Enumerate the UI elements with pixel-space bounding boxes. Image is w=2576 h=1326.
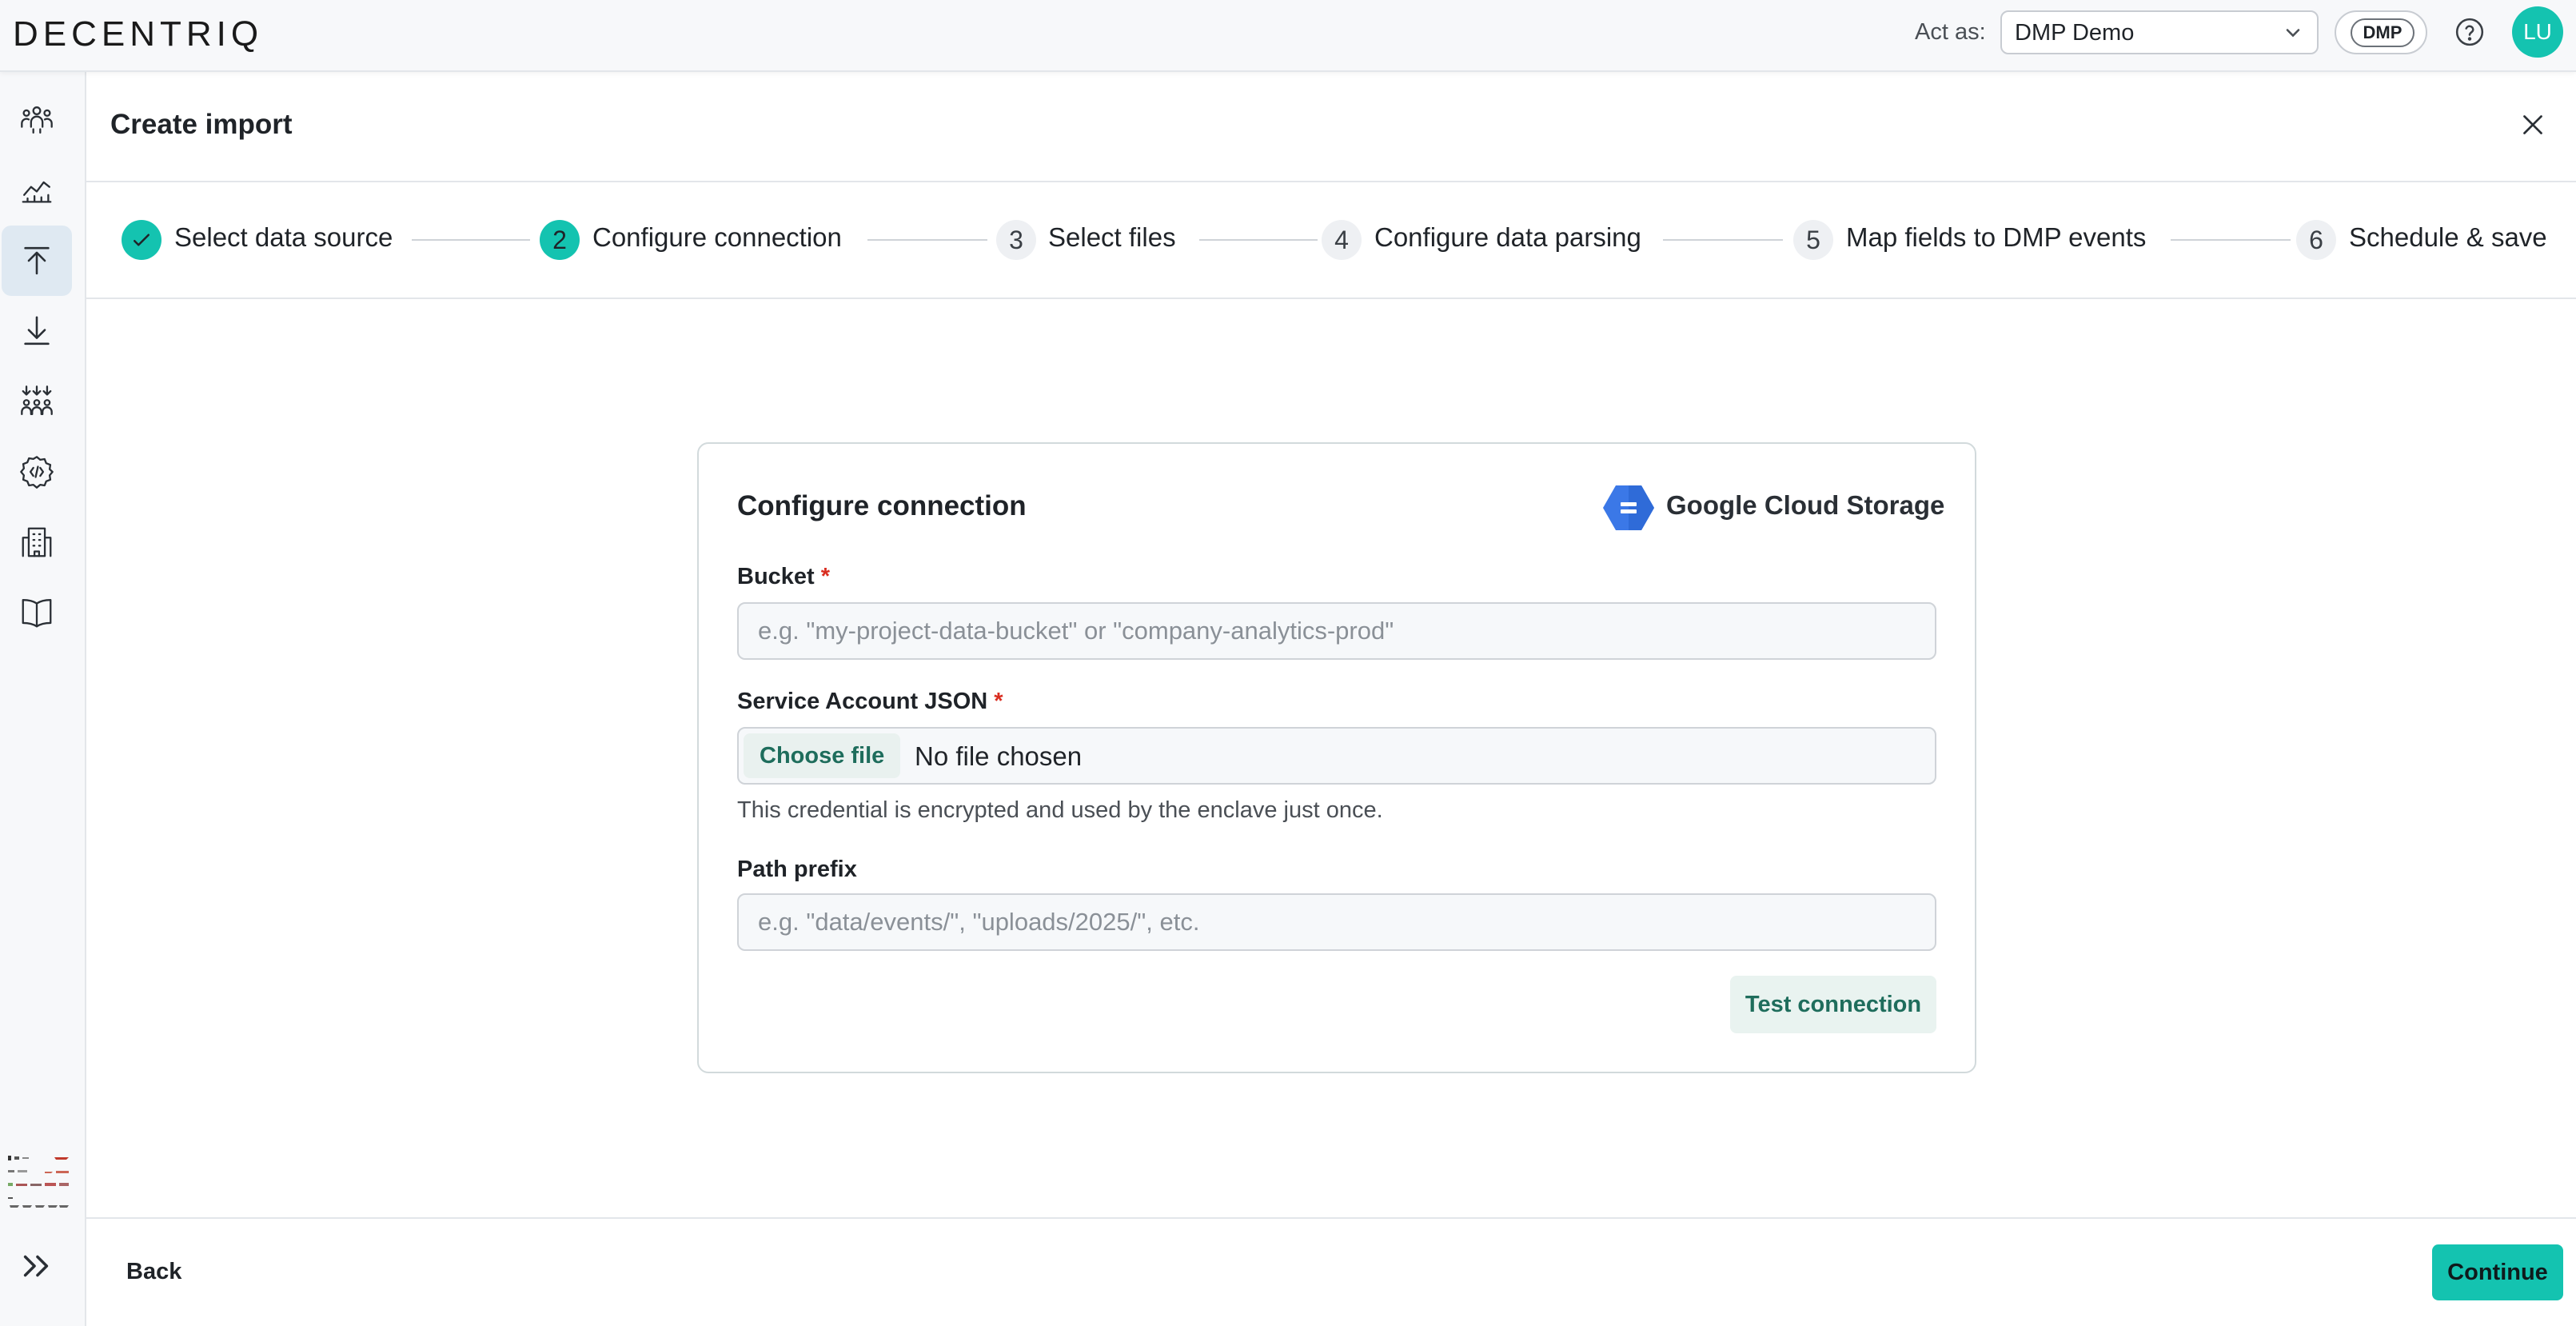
- step-connector: [1199, 239, 1318, 241]
- configure-connection-card: Configure connection Google Cloud Storag…: [697, 442, 1976, 1073]
- step-3-label: Select files: [1048, 222, 1176, 252]
- step-connector: [412, 239, 530, 241]
- sidebar-item-export[interactable]: [2, 296, 72, 366]
- step-5-label: Map fields to DMP events: [1846, 222, 2147, 252]
- bucket-input[interactable]: [737, 602, 1936, 660]
- card-title: Configure connection: [737, 490, 1027, 521]
- help-icon[interactable]: [2454, 17, 2485, 47]
- service-account-label: Service Account JSON *: [737, 689, 1003, 715]
- back-button[interactable]: Back: [126, 1259, 181, 1285]
- provider-name: Google Cloud Storage: [1666, 490, 1945, 520]
- page-title: Create import: [110, 109, 293, 140]
- top-bar: DECENTRIQ Act as: DMP Demo DMP LU: [0, 0, 2576, 72]
- sidebar-item-audience-merge[interactable]: [2, 366, 72, 437]
- import-icon: [24, 246, 50, 275]
- choose-file-button[interactable]: Choose file: [744, 733, 901, 778]
- sidebar-item-documentation[interactable]: [2, 577, 72, 648]
- path-prefix-label: Path prefix: [737, 857, 857, 882]
- chevron-down-icon: [2286, 29, 2300, 38]
- step-6-label: Schedule & save: [2349, 222, 2547, 252]
- insights-chart-icon: [22, 181, 52, 203]
- continue-button[interactable]: Continue: [2432, 1244, 2563, 1300]
- dmp-toggle[interactable]: DMP: [2335, 10, 2427, 54]
- step-6-number: 6: [2296, 220, 2336, 260]
- file-status: No file chosen: [915, 741, 1083, 771]
- step-1-check: [122, 220, 161, 260]
- act-as-label: Act as:: [1915, 19, 1986, 45]
- sidebar-item-organization[interactable]: [2, 507, 72, 577]
- service-account-file-input[interactable]: Choose file No file chosen: [737, 727, 1936, 785]
- step-4-label: Configure data parsing: [1374, 222, 1641, 252]
- step-2-number: 2: [540, 220, 580, 260]
- sidebar-item-insights[interactable]: [2, 155, 72, 226]
- dmp-badge: DMP: [2351, 18, 2415, 47]
- credential-helper-text: This credential is encrypted and used by…: [737, 797, 1383, 823]
- audience-merge-icon: [21, 385, 53, 415]
- user-avatar[interactable]: LU: [2512, 6, 2563, 58]
- footer-divider: [86, 1217, 2576, 1219]
- bucket-label-text: Bucket: [737, 564, 815, 589]
- service-account-label-text: Service Account JSON: [737, 689, 988, 714]
- brand-logos-image: [8, 1156, 69, 1208]
- google-cloud-storage-icon: [1603, 485, 1654, 530]
- sidebar-item-audiences[interactable]: [2, 85, 72, 155]
- step-3-number: 3: [996, 220, 1036, 260]
- developer-settings-icon: [20, 456, 54, 489]
- required-mark: *: [820, 564, 831, 589]
- act-as-select[interactable]: DMP Demo: [2000, 10, 2319, 54]
- step-2-label[interactable]: Configure connection: [592, 222, 842, 253]
- header-divider: [86, 181, 2576, 182]
- step-5-number: 5: [1793, 220, 1833, 260]
- step-connector: [2171, 239, 2291, 241]
- required-mark: *: [994, 689, 1003, 714]
- step-connector: [867, 239, 987, 241]
- check-icon: [134, 234, 150, 246]
- stepper-divider: [86, 298, 2576, 299]
- step-1-label[interactable]: Select data source: [174, 222, 393, 253]
- step-connector: [1663, 239, 1783, 241]
- documentation-book-icon: [22, 599, 52, 628]
- expand-sidebar-icon[interactable]: [18, 1248, 54, 1284]
- app-logo[interactable]: DECENTRIQ: [13, 14, 263, 54]
- export-icon: [24, 316, 50, 345]
- audiences-icon: [21, 106, 53, 134]
- step-4-number: 4: [1322, 220, 1362, 260]
- test-connection-button[interactable]: Test connection: [1730, 976, 1936, 1033]
- organization-icon: [22, 527, 52, 557]
- act-as-value: DMP Demo: [2015, 20, 2135, 46]
- sidebar-item-developer-settings[interactable]: [2, 437, 72, 507]
- close-icon[interactable]: [2518, 110, 2547, 139]
- sidebar-item-import[interactable]: [2, 226, 72, 296]
- bucket-label: Bucket *: [737, 564, 830, 590]
- path-prefix-input[interactable]: [737, 893, 1936, 951]
